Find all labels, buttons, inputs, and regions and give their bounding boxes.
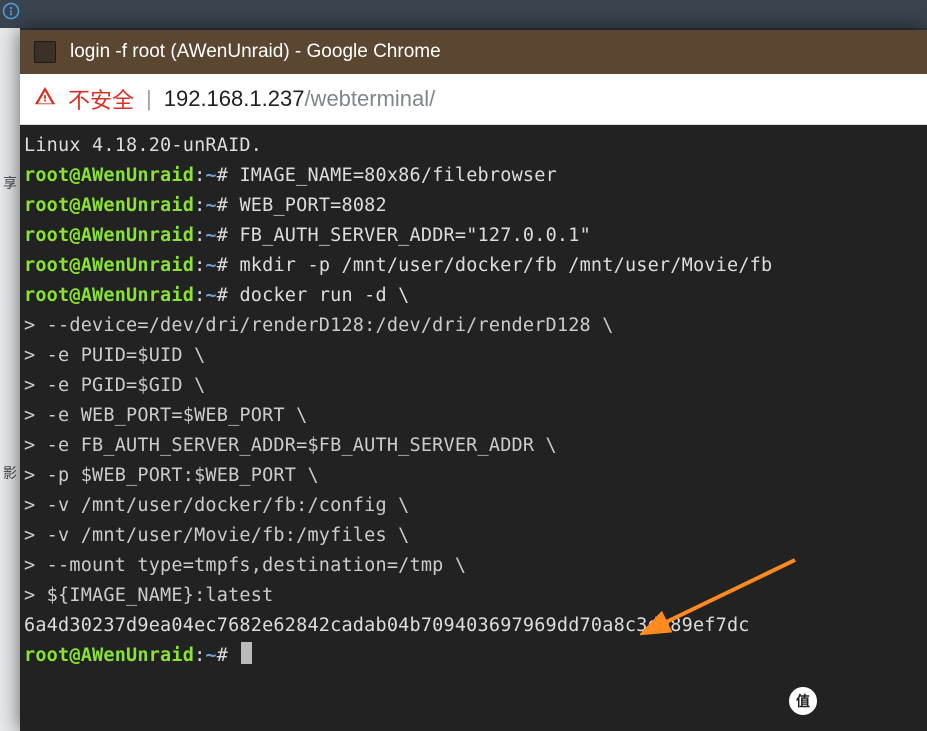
cursor	[241, 642, 252, 664]
info-icon	[2, 2, 20, 20]
terminal-continuation-line: > -e PGID=$GID \	[24, 371, 923, 401]
terminal-banner: Linux 4.18.20-unRAID.	[24, 131, 923, 161]
window-titlebar[interactable]: login -f root (AWenUnraid) - Google Chro…	[20, 30, 927, 74]
terminal-continuation-line: > -e FB_AUTH_SERVER_ADDR=$FB_AUTH_SERVER…	[24, 431, 923, 461]
window-title: login -f root (AWenUnraid) - Google Chro…	[70, 41, 441, 63]
address-separator: |	[146, 86, 152, 112]
terminal-command-line: root@AWenUnraid:~# IMAGE_NAME=80x86/file…	[24, 161, 923, 191]
terminal-app-icon	[34, 41, 56, 63]
chrome-popup-window: login -f root (AWenUnraid) - Google Chro…	[20, 30, 927, 731]
terminal-continuation-line: > -e WEB_PORT=$WEB_PORT \	[24, 401, 923, 431]
watermark: 值 什么值得买	[787, 685, 915, 717]
terminal-continuation-line: > --mount type=tmpfs,destination=/tmp \	[24, 551, 923, 581]
terminal-continuation-line: > -v /mnt/user/docker/fb:/config \	[24, 491, 923, 521]
terminal-command-line: root@AWenUnraid:~# FB_AUTH_SERVER_ADDR="…	[24, 221, 923, 251]
terminal-output-hash: 6a4d30237d9ea04ec7682e62842cadab04b70940…	[24, 611, 923, 641]
page-url: 192.168.1.237/webterminal/	[164, 86, 436, 112]
terminal-command-line: root@AWenUnraid:~# docker run -d \	[24, 281, 923, 311]
not-secure-warning-icon	[34, 85, 56, 113]
terminal-active-prompt[interactable]: root@AWenUnraid:~#	[24, 641, 923, 671]
terminal-output[interactable]: Linux 4.18.20-unRAID.root@AWenUnraid:~# …	[20, 125, 927, 731]
watermark-badge-icon: 值	[787, 685, 819, 717]
terminal-command-line: root@AWenUnraid:~# WEB_PORT=8082	[24, 191, 923, 221]
obscured-underlying-page: 享 影	[0, 28, 20, 731]
background-menubar	[0, 0, 927, 28]
watermark-text: 什么值得买	[825, 688, 915, 714]
address-bar[interactable]: 不安全 | 192.168.1.237/webterminal/	[20, 74, 927, 125]
terminal-continuation-line: > -e PUID=$UID \	[24, 341, 923, 371]
terminal-continuation-line: > --device=/dev/dri/renderD128:/dev/dri/…	[24, 311, 923, 341]
terminal-continuation-line: > -p $WEB_PORT:$WEB_PORT \	[24, 461, 923, 491]
not-secure-label: 不安全	[68, 83, 134, 115]
terminal-continuation-line: > -v /mnt/user/Movie/fb:/myfiles \	[24, 521, 923, 551]
terminal-continuation-line: > ${IMAGE_NAME}:latest	[24, 581, 923, 611]
terminal-command-line: root@AWenUnraid:~# mkdir -p /mnt/user/do…	[24, 251, 923, 281]
